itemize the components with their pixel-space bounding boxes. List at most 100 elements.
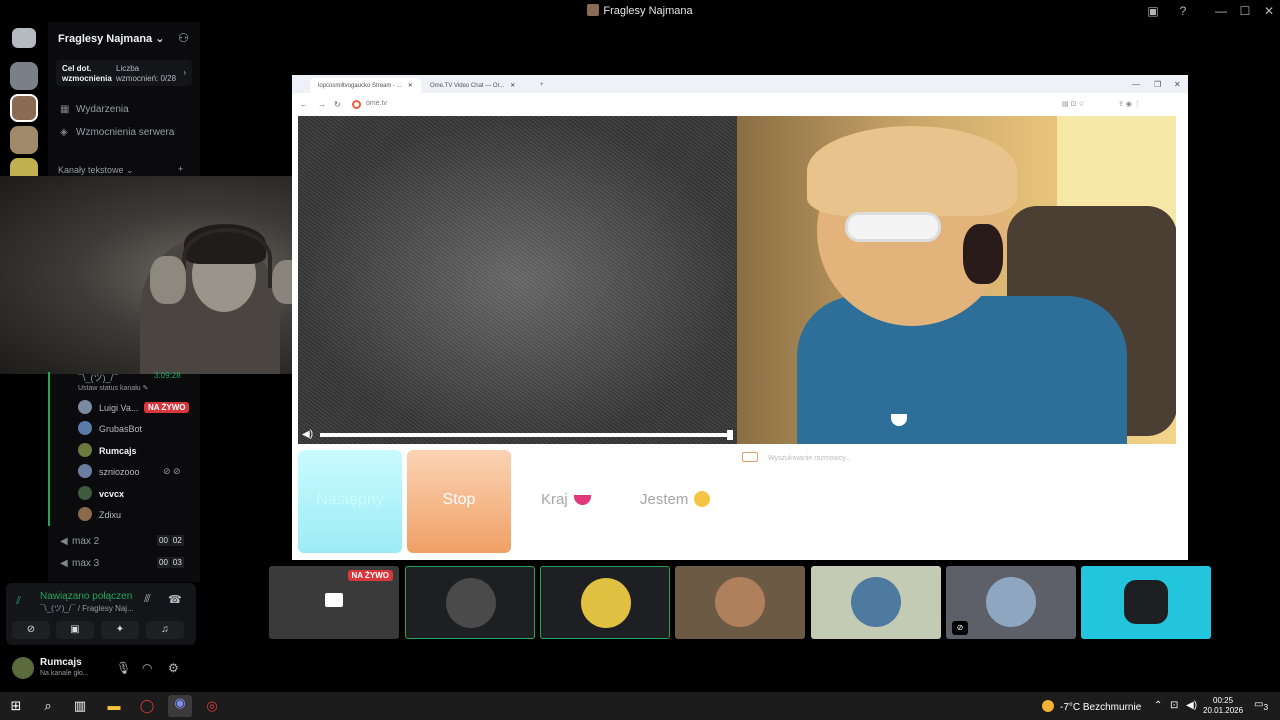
- username[interactable]: Rumcajs: [40, 657, 82, 668]
- browser-tab-title: Ome.TV Video Chat — Or...: [430, 83, 505, 89]
- participant-tile[interactable]: [405, 566, 535, 639]
- activities-button[interactable]: ✦: [101, 621, 139, 639]
- settings-gear-icon[interactable]: ⚙: [168, 661, 179, 675]
- screen-share-button[interactable]: ▣: [56, 621, 94, 639]
- browser-tab[interactable]: lopcosmiltvogaucko Stream - ... ✕: [310, 78, 421, 93]
- participant-tile[interactable]: [811, 566, 941, 639]
- member-name: Rumcajs: [99, 446, 137, 456]
- country-filter[interactable]: Kraj: [541, 491, 591, 508]
- windows-start-icon[interactable]: ⊞: [8, 698, 24, 714]
- browser-toolbar-icons[interactable]: ⇪ ◉ ⋮: [1118, 100, 1141, 108]
- window-title: Fraglesy Najmana: [0, 4, 1280, 17]
- own-video-noise: [298, 116, 737, 444]
- close-button[interactable]: ✕: [1260, 2, 1278, 20]
- reload-icon[interactable]: ↻: [334, 100, 341, 109]
- avatar[interactable]: [12, 657, 34, 679]
- speaker-icon: ◀: [60, 536, 68, 547]
- headphones-icon[interactable]: ◠: [142, 661, 152, 675]
- avatar: [446, 578, 496, 628]
- avatar: [78, 400, 92, 414]
- participant-tile[interactable]: [1081, 566, 1211, 639]
- browser-tab-title: lopcosmiltvogaucko Stream - ...: [318, 83, 402, 89]
- signal-icon[interactable]: ⫽: [16, 595, 21, 608]
- chevron-up-icon[interactable]: ⌃: [1154, 700, 1162, 711]
- system-clock[interactable]: 00:25 20.01.2026: [1203, 696, 1243, 716]
- browser-tab[interactable]: Ome.TV Video Chat — Or... ✕: [422, 78, 523, 93]
- participant-tile[interactable]: [540, 566, 670, 639]
- boost-progress[interactable]: Cel dot. wzmocnienia Liczba wzmocnień: 0…: [56, 60, 192, 86]
- maximize-button[interactable]: ☐: [1236, 2, 1254, 20]
- category-text-channels[interactable]: Kanały tekstowe ⌄ +: [58, 164, 183, 176]
- participant-tile[interactable]: [675, 566, 805, 639]
- avatar: [1124, 580, 1168, 624]
- add-channel-icon[interactable]: +: [178, 164, 183, 174]
- inbox-icon[interactable]: ▣: [1144, 2, 1162, 20]
- microphone-icon[interactable]: 🎙︎: [116, 661, 131, 675]
- monitor-icon: [325, 593, 343, 607]
- voice-channel-max2[interactable]: ◀ max 2 00 02: [60, 535, 190, 547]
- forward-icon[interactable]: →: [318, 100, 326, 109]
- discord-taskbar-icon[interactable]: ◉: [168, 695, 192, 717]
- opera-browser-icon[interactable]: ◯: [139, 698, 155, 714]
- weather-widget[interactable]: -7°C Bezchmurnie: [1042, 700, 1141, 713]
- sidebar-item-boosts[interactable]: ◈ Wzmocnienia serwera: [60, 127, 174, 138]
- search-icon[interactable]: ⌕: [40, 698, 56, 714]
- windows-taskbar: ⊞ ⌕ ▥ ▬ ◯ ◉ ◎ -7°C Bezchmurnie ⌃ ⊡ ◀) 00…: [0, 692, 1280, 720]
- voice-channel-max3[interactable]: ◀ max 3 00 03: [60, 557, 190, 569]
- avatar: [851, 577, 901, 627]
- soundboard-button[interactable]: ♫: [146, 621, 184, 639]
- volume-tray-icon[interactable]: ◀): [1186, 700, 1197, 711]
- sidebar-item-events[interactable]: ▦ Wydarzenia: [60, 104, 129, 115]
- chat-icon: [742, 452, 758, 462]
- next-button[interactable]: Następny: [298, 450, 402, 553]
- network-icon[interactable]: ⊡: [1170, 700, 1178, 711]
- webcam-hand-left: [150, 256, 186, 304]
- voice-channel-name[interactable]: ¯\_(ツ)_/¯: [78, 371, 118, 384]
- server-icon-active[interactable]: [10, 94, 38, 122]
- server-name[interactable]: Fraglesy Najmana ⌄: [58, 32, 164, 45]
- user-panel: Rumcajs Na kanale gło... 🎙︎ ◠ ⚙: [6, 651, 196, 687]
- channel-status-link[interactable]: Ustaw status kanału ✎: [78, 384, 148, 392]
- task-view-icon[interactable]: ▥: [72, 698, 88, 714]
- boost-goal-label: Cel dot. wzmocnienia: [62, 64, 112, 83]
- partner-body: [797, 296, 1127, 444]
- volume-icon[interactable]: ◀): [302, 429, 313, 440]
- new-tab-icon[interactable]: +: [532, 78, 552, 93]
- back-icon[interactable]: ←: [300, 100, 308, 109]
- country-filter-label: Kraj: [541, 491, 568, 508]
- browser-tab-strip: lopcosmiltvogaucko Stream - ... ✕ Ome.TV …: [292, 75, 1188, 93]
- camera-off-button[interactable]: ⊘: [12, 621, 50, 639]
- server-icon[interactable]: [10, 126, 38, 154]
- close-tab-icon[interactable]: ✕: [510, 83, 515, 89]
- close-tab-icon[interactable]: ✕: [408, 83, 413, 89]
- server-icon: [587, 4, 600, 16]
- partner-video: [737, 116, 1176, 444]
- gender-filter[interactable]: Jestem: [640, 491, 711, 508]
- browser-minimize-icon[interactable]: —: [1132, 80, 1140, 89]
- disconnect-icon[interactable]: ☎: [168, 593, 182, 606]
- volume-slider-knob[interactable]: [727, 430, 733, 440]
- participant-tile-stream[interactable]: NA ŻYWO: [269, 566, 399, 639]
- minimize-button[interactable]: —: [1212, 2, 1230, 20]
- help-icon[interactable]: ?: [1174, 2, 1192, 20]
- participant-tile[interactable]: ⊘: [946, 566, 1076, 639]
- notification-center-icon[interactable]: ▭3: [1254, 699, 1268, 712]
- gender-filter-label: Jestem: [640, 491, 689, 508]
- file-explorer-icon[interactable]: ▬: [106, 698, 122, 714]
- discord-logo-icon[interactable]: [12, 28, 36, 48]
- obs-icon[interactable]: ◎: [204, 698, 220, 714]
- browser-close-icon[interactable]: ✕: [1174, 80, 1181, 89]
- deafened-icon: ⊘: [952, 621, 968, 635]
- url-field[interactable]: ome.tv: [366, 100, 387, 107]
- user-count-limit: 02: [170, 535, 184, 546]
- server-icon[interactable]: [10, 62, 38, 90]
- browser-maximize-icon[interactable]: ❐: [1154, 80, 1161, 89]
- stop-button[interactable]: Stop: [407, 450, 511, 553]
- extensions-icon[interactable]: ▤ ⊡ ☆: [1062, 100, 1085, 108]
- volume-slider[interactable]: [320, 430, 733, 440]
- invite-icon[interactable]: ⚇: [178, 31, 189, 45]
- avatar: [715, 577, 765, 627]
- voice-channel-timer: 3:09:28: [154, 371, 181, 380]
- connection-channel[interactable]: ¯\_(ツ)_/¯ / Fraglesy Naj...: [40, 603, 134, 614]
- noise-suppression-icon[interactable]: ⫻: [144, 593, 151, 606]
